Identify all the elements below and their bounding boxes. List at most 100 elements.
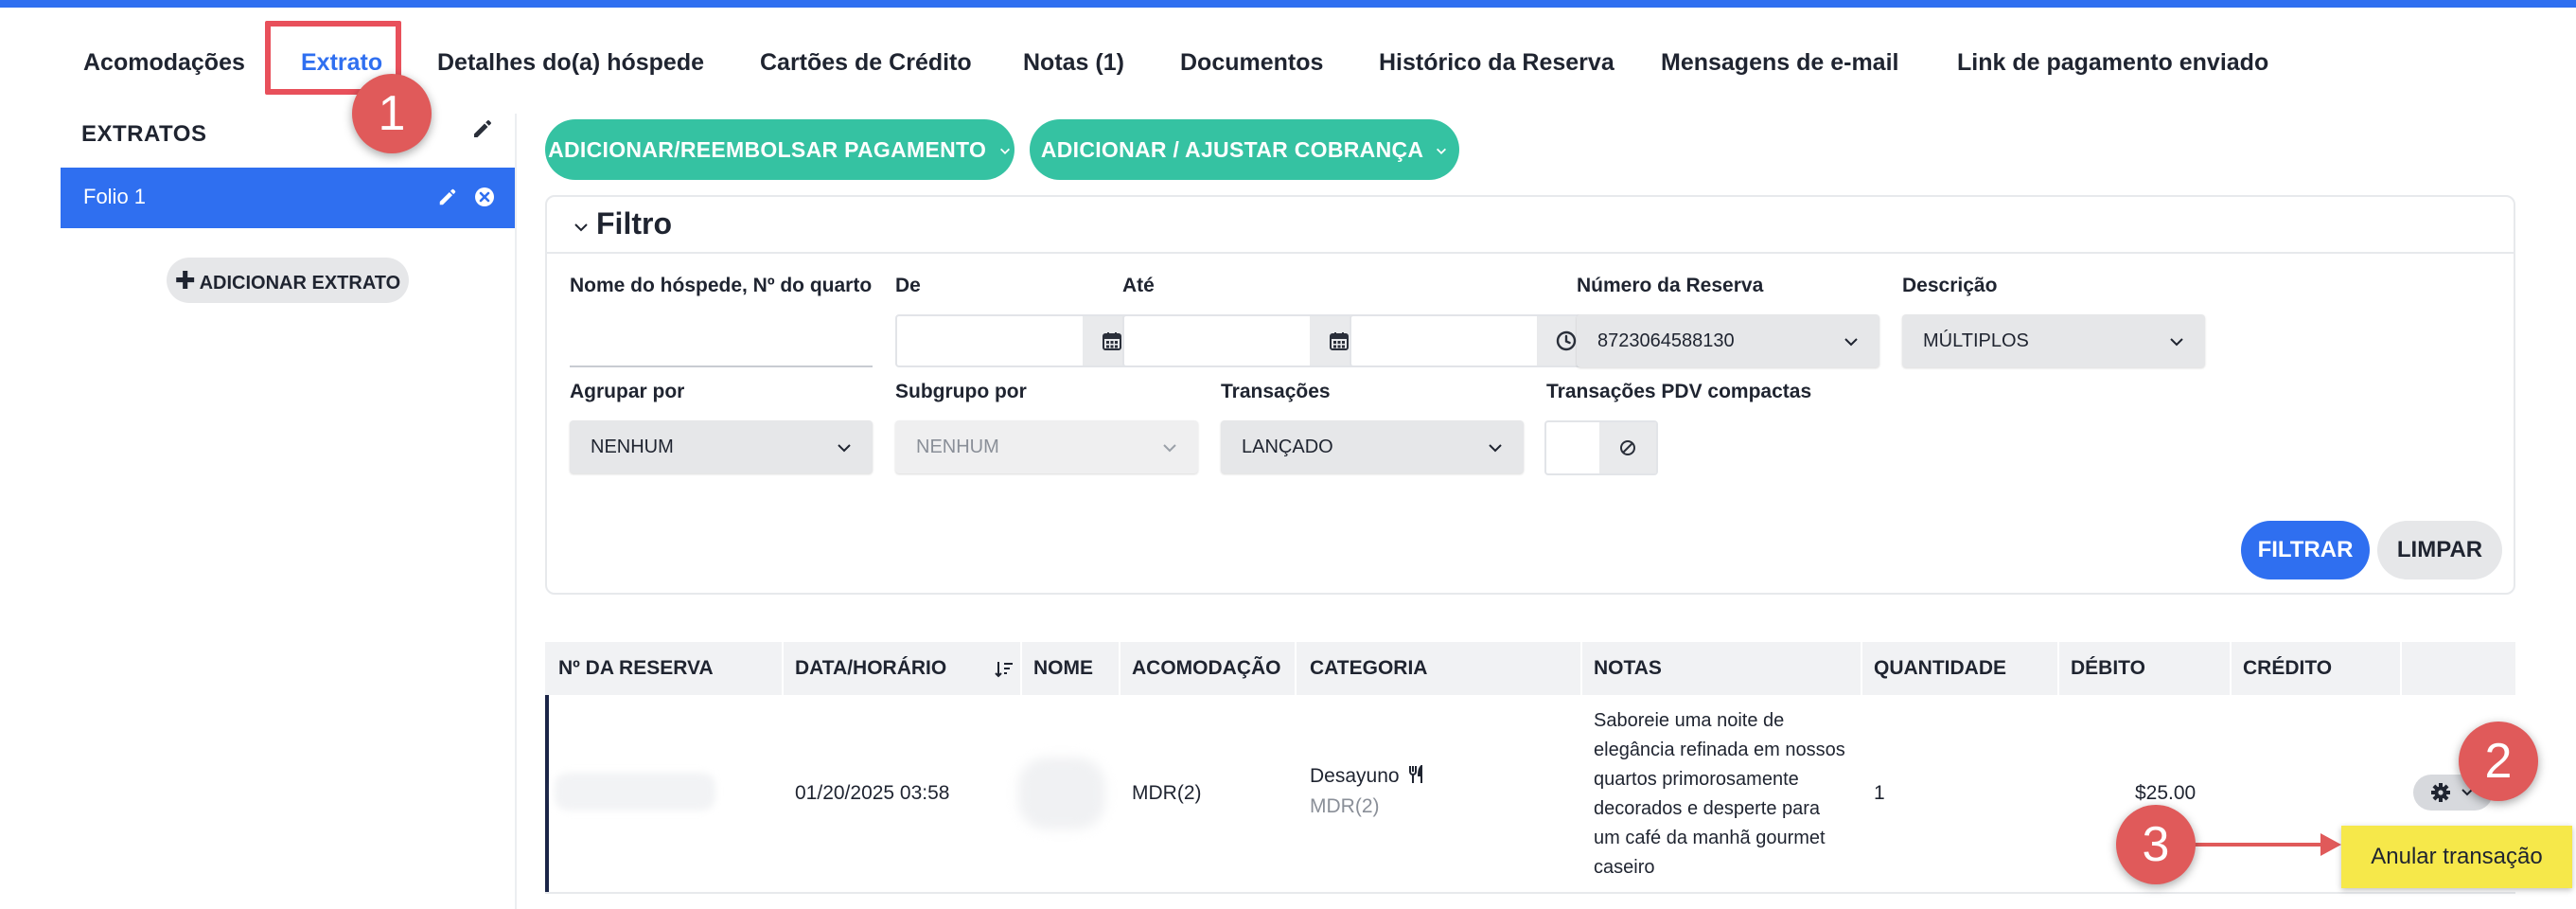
cell-datetime: 01/20/2025 03:58	[795, 782, 950, 804]
toggle-knob	[1599, 422, 1656, 473]
add-refund-payment-label: ADICIONAR/REEMBOLSAR PAGAMENTO	[548, 137, 987, 162]
from-date-input[interactable]	[895, 314, 1143, 367]
cell-accommodation: MDR(2)	[1132, 782, 1202, 804]
compact-pos-toggle[interactable]	[1544, 420, 1658, 475]
calendar-icon	[1103, 332, 1121, 350]
transactions-value: LANÇADO	[1242, 437, 1333, 457]
cell-category-sub: MDR(2)	[1310, 795, 1380, 817]
subgroup-by-value: NENHUM	[916, 437, 999, 457]
redacted-reservation	[555, 773, 715, 811]
column-separator	[1020, 642, 1022, 695]
add-refund-payment-button[interactable]: ADICIONAR/REEMBOLSAR PAGAMENTO	[545, 119, 1015, 180]
folios-title: EXTRATOS	[81, 121, 207, 147]
to-date-label: Até	[1122, 275, 1155, 296]
calendar-icon	[1330, 332, 1349, 350]
tab-link-pagamento[interactable]: Link de pagamento enviado	[1957, 44, 2268, 81]
filter-title[interactable]: Filtro	[596, 206, 672, 241]
close-circle-icon[interactable]	[473, 186, 496, 208]
tab-historico-reserva[interactable]: Histórico da Reserva	[1379, 44, 1614, 81]
chevron-down-icon	[1163, 444, 1176, 453]
header-notes[interactable]: NOTAS	[1594, 642, 1662, 695]
header-credit[interactable]: CRÉDITO	[2243, 642, 2332, 695]
sidebar-divider	[515, 114, 517, 909]
folio-label: Folio 1	[83, 185, 147, 208]
reservation-number-value: 8723064588130	[1597, 330, 1735, 351]
header-name[interactable]: NOME	[1033, 642, 1093, 695]
filter-button[interactable]: FILTRAR	[2241, 521, 2370, 579]
add-folio-label: ADICIONAR EXTRATO	[199, 273, 401, 294]
cell-notes: Saboreie uma noite de elegância refinada…	[1594, 710, 1845, 878]
to-date-input[interactable]	[1122, 314, 1370, 367]
annotation-arrow-head	[2320, 833, 2341, 856]
ban-icon	[1620, 440, 1635, 455]
sort-icon[interactable]	[994, 659, 1015, 680]
utensils-icon	[1409, 763, 1423, 783]
column-separator	[1861, 642, 1862, 695]
table-row-divider	[545, 892, 2515, 894]
tab-notas[interactable]: Notas (1)	[1023, 44, 1124, 81]
pencil-icon[interactable]	[437, 187, 458, 207]
group-by-label: Agrupar por	[570, 381, 685, 402]
cell-debit: $25.00	[2135, 782, 2197, 804]
column-separator	[2400, 642, 2402, 695]
folio-item[interactable]: Folio 1	[61, 168, 515, 228]
subgroup-by-label: Subgrupo por	[895, 381, 1027, 402]
header-category[interactable]: CATEGORIA	[1310, 642, 1427, 695]
column-separator	[2057, 642, 2059, 695]
column-separator	[1119, 642, 1120, 695]
tab-cartoes-credito[interactable]: Cartões de Crédito	[760, 44, 972, 81]
header-quantity[interactable]: QUANTIDADE	[1874, 642, 2006, 695]
chevron-down-icon	[1489, 444, 1502, 453]
chevron-down-icon	[999, 148, 1010, 154]
transactions-select[interactable]: LANÇADO	[1221, 420, 1524, 473]
filter-header-divider	[547, 252, 2514, 254]
group-by-select[interactable]: NENHUM	[570, 420, 873, 473]
chevron-down-icon	[2170, 338, 2183, 347]
guest-name-input[interactable]	[570, 326, 873, 367]
void-transaction-option[interactable]: Anular transação	[2341, 826, 2572, 888]
transactions-label: Transações	[1221, 381, 1331, 402]
step-badge-2: 2	[2459, 722, 2538, 801]
header-reservation[interactable]: Nº DA RESERVA	[558, 642, 714, 695]
group-by-value: NENHUM	[591, 437, 674, 457]
step-badge-3: 3	[2116, 805, 2196, 884]
tab-detalhes-hospede[interactable]: Detalhes do(a) hóspede	[437, 44, 704, 81]
subgroup-by-select: NENHUM	[895, 420, 1198, 473]
time-input[interactable]	[1350, 314, 1597, 367]
clock-icon	[1556, 330, 1577, 351]
header-accommodation[interactable]: ACOMODAÇÃO	[1132, 642, 1281, 695]
add-adjust-charge-button[interactable]: ADICIONAR / AJUSTAR COBRANÇA	[1030, 119, 1459, 180]
description-select[interactable]: MÚLTIPLOS	[1902, 314, 2205, 367]
compact-pos-label: Transações PDV compactas	[1546, 381, 1812, 402]
tab-mensagens-email[interactable]: Mensagens de e-mail	[1661, 44, 1898, 81]
column-separator	[1295, 642, 1297, 695]
header-debit[interactable]: DÉBITO	[2071, 642, 2145, 695]
add-adjust-charge-label: ADICIONAR / AJUSTAR COBRANÇA	[1040, 137, 1423, 162]
from-date-label: De	[895, 275, 921, 296]
filter-panel	[545, 195, 2515, 595]
chevron-down-icon	[1844, 338, 1858, 347]
header-datetime[interactable]: DATA/HORÁRIO	[795, 642, 946, 695]
chevron-down-icon[interactable]	[572, 218, 591, 237]
guest-name-label: Nome do hóspede, Nº do quarto	[570, 275, 873, 296]
description-value: MÚLTIPLOS	[1923, 330, 2029, 351]
reservation-number-select[interactable]: 8723064588130	[1577, 314, 1879, 367]
chevron-down-icon	[1437, 148, 1447, 154]
tab-acomodacoes[interactable]: Acomodações	[83, 44, 245, 81]
description-label: Descrição	[1902, 275, 1998, 296]
table-row-indicator	[545, 695, 549, 894]
chevron-down-icon	[838, 444, 851, 453]
top-accent-bar	[0, 0, 2576, 8]
tab-documentos[interactable]: Documentos	[1180, 44, 1323, 81]
cell-category: Desayuno	[1310, 763, 1425, 788]
column-separator	[1580, 642, 1582, 695]
redacted-name	[1018, 758, 1105, 829]
plus-icon: ✚	[174, 266, 196, 294]
add-folio-button[interactable]: ✚ ADICIONAR EXTRATO	[167, 258, 409, 303]
gear-icon	[2431, 783, 2450, 802]
clear-button[interactable]: LIMPAR	[2377, 521, 2502, 579]
pencil-icon[interactable]	[471, 117, 494, 140]
reservation-number-label: Número da Reserva	[1577, 275, 1764, 296]
column-separator	[782, 642, 784, 695]
category-label: Desayuno	[1310, 765, 1400, 787]
